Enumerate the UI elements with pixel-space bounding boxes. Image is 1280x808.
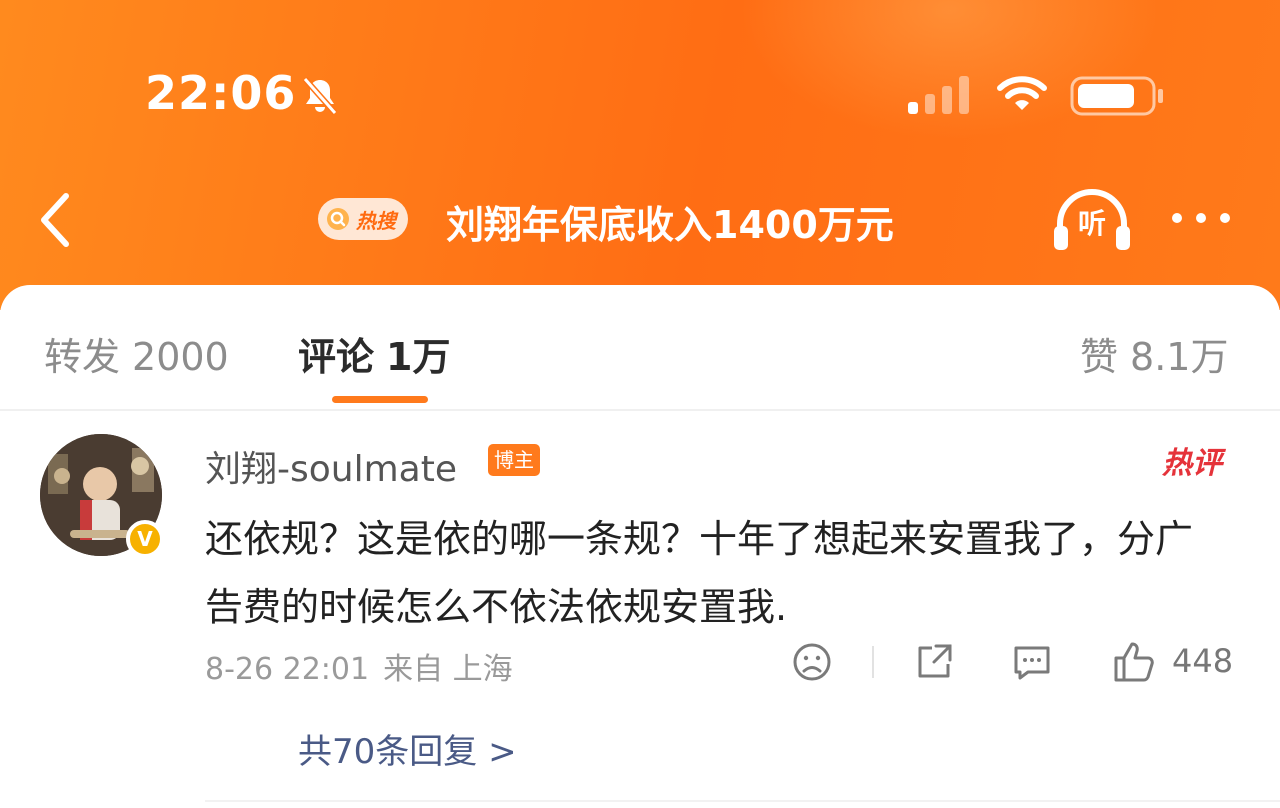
signal-icon bbox=[908, 76, 969, 114]
status-time: 22:06 bbox=[145, 66, 297, 120]
tab-reposts[interactable]: 转发 2000 bbox=[44, 326, 229, 381]
comment-icon[interactable] bbox=[1010, 640, 1054, 684]
back-arrow-icon[interactable] bbox=[34, 188, 78, 252]
comment-date: 8-26 22:01 bbox=[205, 652, 370, 687]
active-tab-indicator bbox=[332, 396, 428, 403]
dislike-face-icon[interactable] bbox=[790, 640, 834, 684]
tab-label: 赞 bbox=[1080, 335, 1119, 379]
page-title: 刘翔年保底收入1400万元 bbox=[446, 203, 894, 247]
view-replies-link[interactable]: 共70条回复 > bbox=[298, 724, 517, 773]
thumbs-up-icon[interactable] bbox=[1112, 640, 1156, 684]
wifi-icon bbox=[997, 76, 1047, 110]
verified-badge-icon: V bbox=[126, 520, 164, 558]
tab-label: 转发 bbox=[44, 335, 121, 379]
divider bbox=[205, 800, 1280, 802]
navigation-bar: 热搜 刘翔年保底收入1400万元 听 bbox=[0, 180, 1280, 260]
listen-label: 听 bbox=[1077, 207, 1106, 240]
tab-likes[interactable]: 赞 8.1万 bbox=[1080, 326, 1228, 381]
search-icon bbox=[327, 208, 349, 230]
tab-comments[interactable]: 评论 1万 bbox=[298, 326, 450, 381]
more-dot-icon bbox=[1220, 213, 1230, 223]
more-dot-icon bbox=[1196, 213, 1206, 223]
tab-count: 2000 bbox=[132, 335, 229, 379]
comment-text: 还依规？这是依的哪一条规？十年了想起来安置我了，分广告费的时候怎么不依法依规安置… bbox=[205, 517, 1194, 629]
tab-count: 1万 bbox=[386, 335, 451, 379]
tab-label: 评论 bbox=[298, 335, 375, 379]
status-bar: 22:06 bbox=[0, 60, 1280, 130]
comment-username[interactable]: 刘翔-soulmate bbox=[205, 440, 457, 492]
divider bbox=[0, 409, 1280, 411]
tab-count: 8.1万 bbox=[1130, 335, 1229, 379]
blogger-badge: 博主 bbox=[488, 444, 540, 476]
more-options-button[interactable] bbox=[1172, 200, 1242, 236]
tab-bar: 转发 2000 评论 1万 赞 8.1万 bbox=[0, 290, 1280, 410]
share-icon[interactable] bbox=[912, 640, 956, 684]
more-dot-icon bbox=[1172, 213, 1182, 223]
comment-actions: 448 bbox=[790, 638, 1250, 688]
header-background: 22:06 热搜 刘翔年保底收入1400万元 听 bbox=[0, 0, 1280, 310]
battery-icon bbox=[1070, 76, 1163, 116]
listen-button[interactable]: 听 bbox=[1050, 184, 1134, 254]
hot-search-badge[interactable]: 热搜 bbox=[318, 198, 408, 240]
action-divider bbox=[872, 646, 874, 678]
comment-location: 来自 上海 bbox=[383, 652, 513, 687]
hot-comment-tag: 热评 bbox=[1162, 446, 1222, 481]
hot-search-label: 热搜 bbox=[356, 208, 396, 233]
like-count: 448 bbox=[1172, 642, 1234, 680]
comment-meta: 8-26 22:01 来自 上海 bbox=[205, 644, 513, 688]
silent-bell-icon bbox=[302, 77, 338, 115]
